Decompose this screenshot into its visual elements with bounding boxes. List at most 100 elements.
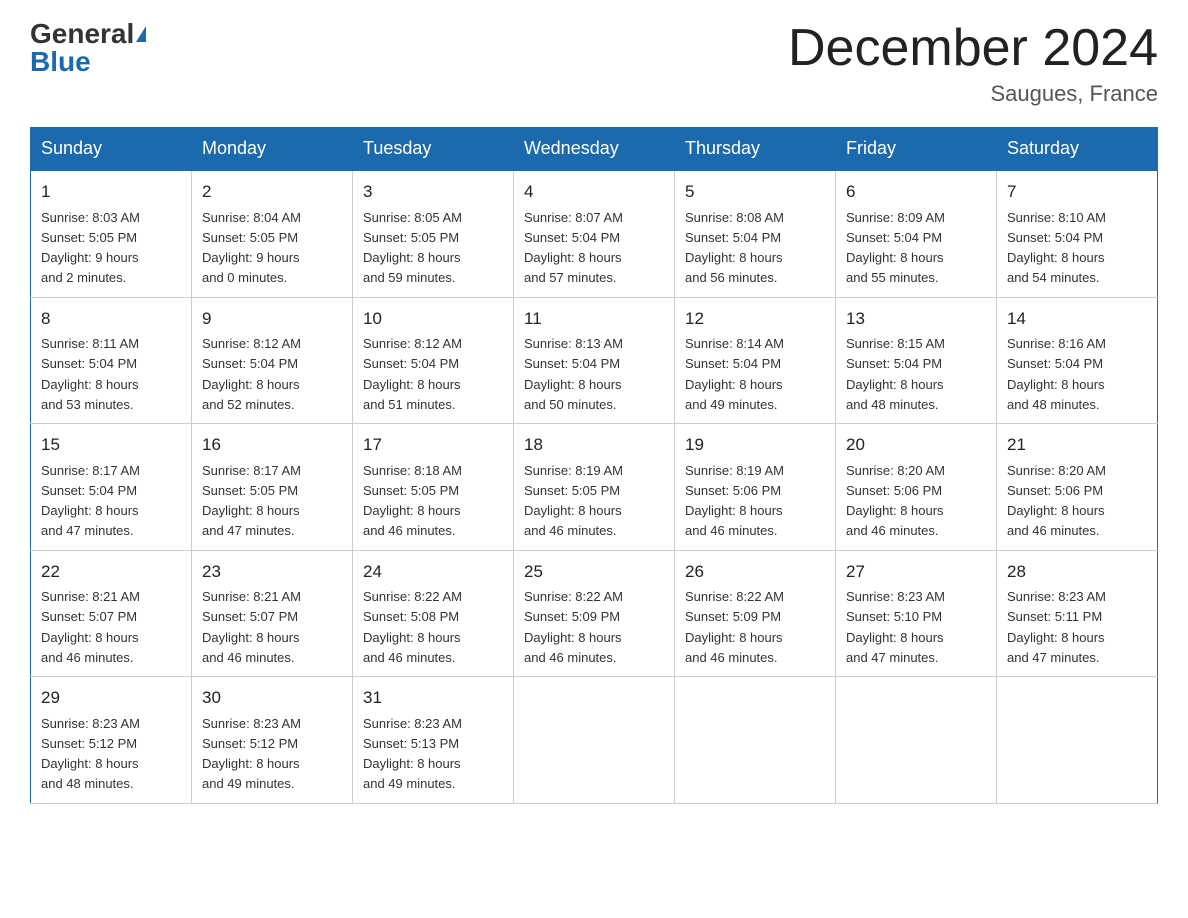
calendar-week-row: 29 Sunrise: 8:23 AMSunset: 5:12 PMDaylig… xyxy=(31,677,1158,804)
day-info: Sunrise: 8:14 AMSunset: 5:04 PMDaylight:… xyxy=(685,336,784,412)
day-number: 24 xyxy=(363,559,503,585)
logo: General Blue xyxy=(30,20,146,76)
calendar-day-cell: 9 Sunrise: 8:12 AMSunset: 5:04 PMDayligh… xyxy=(192,297,353,424)
day-info: Sunrise: 8:04 AMSunset: 5:05 PMDaylight:… xyxy=(202,210,301,286)
calendar-day-cell: 10 Sunrise: 8:12 AMSunset: 5:04 PMDaylig… xyxy=(353,297,514,424)
day-number: 8 xyxy=(41,306,181,332)
calendar-day-cell: 22 Sunrise: 8:21 AMSunset: 5:07 PMDaylig… xyxy=(31,550,192,677)
day-of-week-header: Tuesday xyxy=(353,128,514,171)
day-info: Sunrise: 8:23 AMSunset: 5:12 PMDaylight:… xyxy=(202,716,301,792)
day-number: 2 xyxy=(202,179,342,205)
calendar-day-cell: 15 Sunrise: 8:17 AMSunset: 5:04 PMDaylig… xyxy=(31,424,192,551)
day-info: Sunrise: 8:18 AMSunset: 5:05 PMDaylight:… xyxy=(363,463,462,539)
day-info: Sunrise: 8:15 AMSunset: 5:04 PMDaylight:… xyxy=(846,336,945,412)
day-number: 14 xyxy=(1007,306,1147,332)
day-number: 21 xyxy=(1007,432,1147,458)
logo-general-text: General xyxy=(30,20,134,48)
calendar-day-cell: 27 Sunrise: 8:23 AMSunset: 5:10 PMDaylig… xyxy=(836,550,997,677)
month-title: December 2024 xyxy=(788,20,1158,77)
day-number: 26 xyxy=(685,559,825,585)
calendar-day-cell: 8 Sunrise: 8:11 AMSunset: 5:04 PMDayligh… xyxy=(31,297,192,424)
day-info: Sunrise: 8:05 AMSunset: 5:05 PMDaylight:… xyxy=(363,210,462,286)
title-section: December 2024 Saugues, France xyxy=(788,20,1158,107)
day-number: 13 xyxy=(846,306,986,332)
calendar-day-cell: 28 Sunrise: 8:23 AMSunset: 5:11 PMDaylig… xyxy=(997,550,1158,677)
day-number: 11 xyxy=(524,306,664,332)
day-number: 12 xyxy=(685,306,825,332)
location-subtitle: Saugues, France xyxy=(788,81,1158,107)
day-info: Sunrise: 8:16 AMSunset: 5:04 PMDaylight:… xyxy=(1007,336,1106,412)
calendar-day-cell: 14 Sunrise: 8:16 AMSunset: 5:04 PMDaylig… xyxy=(997,297,1158,424)
day-info: Sunrise: 8:22 AMSunset: 5:09 PMDaylight:… xyxy=(685,589,784,665)
day-info: Sunrise: 8:17 AMSunset: 5:05 PMDaylight:… xyxy=(202,463,301,539)
calendar-day-cell: 25 Sunrise: 8:22 AMSunset: 5:09 PMDaylig… xyxy=(514,550,675,677)
day-info: Sunrise: 8:17 AMSunset: 5:04 PMDaylight:… xyxy=(41,463,140,539)
calendar-day-cell: 21 Sunrise: 8:20 AMSunset: 5:06 PMDaylig… xyxy=(997,424,1158,551)
calendar-day-cell: 20 Sunrise: 8:20 AMSunset: 5:06 PMDaylig… xyxy=(836,424,997,551)
day-info: Sunrise: 8:23 AMSunset: 5:13 PMDaylight:… xyxy=(363,716,462,792)
calendar-table: SundayMondayTuesdayWednesdayThursdayFrid… xyxy=(30,127,1158,804)
day-info: Sunrise: 8:23 AMSunset: 5:12 PMDaylight:… xyxy=(41,716,140,792)
day-info: Sunrise: 8:21 AMSunset: 5:07 PMDaylight:… xyxy=(202,589,301,665)
day-info: Sunrise: 8:21 AMSunset: 5:07 PMDaylight:… xyxy=(41,589,140,665)
day-number: 16 xyxy=(202,432,342,458)
day-info: Sunrise: 8:23 AMSunset: 5:11 PMDaylight:… xyxy=(1007,589,1106,665)
day-info: Sunrise: 8:20 AMSunset: 5:06 PMDaylight:… xyxy=(846,463,945,539)
day-number: 7 xyxy=(1007,179,1147,205)
day-of-week-header: Sunday xyxy=(31,128,192,171)
calendar-day-cell: 4 Sunrise: 8:07 AMSunset: 5:04 PMDayligh… xyxy=(514,170,675,297)
calendar-day-cell: 23 Sunrise: 8:21 AMSunset: 5:07 PMDaylig… xyxy=(192,550,353,677)
header-row: SundayMondayTuesdayWednesdayThursdayFrid… xyxy=(31,128,1158,171)
calendar-day-cell: 17 Sunrise: 8:18 AMSunset: 5:05 PMDaylig… xyxy=(353,424,514,551)
day-info: Sunrise: 8:07 AMSunset: 5:04 PMDaylight:… xyxy=(524,210,623,286)
day-info: Sunrise: 8:19 AMSunset: 5:06 PMDaylight:… xyxy=(685,463,784,539)
calendar-week-row: 22 Sunrise: 8:21 AMSunset: 5:07 PMDaylig… xyxy=(31,550,1158,677)
page-header: General Blue December 2024 Saugues, Fran… xyxy=(30,20,1158,107)
calendar-day-cell: 7 Sunrise: 8:10 AMSunset: 5:04 PMDayligh… xyxy=(997,170,1158,297)
day-info: Sunrise: 8:19 AMSunset: 5:05 PMDaylight:… xyxy=(524,463,623,539)
day-info: Sunrise: 8:08 AMSunset: 5:04 PMDaylight:… xyxy=(685,210,784,286)
calendar-day-cell: 29 Sunrise: 8:23 AMSunset: 5:12 PMDaylig… xyxy=(31,677,192,804)
day-of-week-header: Wednesday xyxy=(514,128,675,171)
day-of-week-header: Thursday xyxy=(675,128,836,171)
calendar-day-cell xyxy=(675,677,836,804)
calendar-day-cell: 26 Sunrise: 8:22 AMSunset: 5:09 PMDaylig… xyxy=(675,550,836,677)
day-number: 17 xyxy=(363,432,503,458)
day-number: 19 xyxy=(685,432,825,458)
day-info: Sunrise: 8:23 AMSunset: 5:10 PMDaylight:… xyxy=(846,589,945,665)
calendar-day-cell: 30 Sunrise: 8:23 AMSunset: 5:12 PMDaylig… xyxy=(192,677,353,804)
day-info: Sunrise: 8:10 AMSunset: 5:04 PMDaylight:… xyxy=(1007,210,1106,286)
calendar-day-cell: 19 Sunrise: 8:19 AMSunset: 5:06 PMDaylig… xyxy=(675,424,836,551)
day-number: 5 xyxy=(685,179,825,205)
calendar-day-cell: 18 Sunrise: 8:19 AMSunset: 5:05 PMDaylig… xyxy=(514,424,675,551)
day-number: 22 xyxy=(41,559,181,585)
day-of-week-header: Friday xyxy=(836,128,997,171)
day-info: Sunrise: 8:12 AMSunset: 5:04 PMDaylight:… xyxy=(202,336,301,412)
calendar-week-row: 1 Sunrise: 8:03 AMSunset: 5:05 PMDayligh… xyxy=(31,170,1158,297)
calendar-day-cell: 24 Sunrise: 8:22 AMSunset: 5:08 PMDaylig… xyxy=(353,550,514,677)
day-number: 28 xyxy=(1007,559,1147,585)
day-number: 31 xyxy=(363,685,503,711)
calendar-day-cell xyxy=(514,677,675,804)
calendar-week-row: 15 Sunrise: 8:17 AMSunset: 5:04 PMDaylig… xyxy=(31,424,1158,551)
day-info: Sunrise: 8:03 AMSunset: 5:05 PMDaylight:… xyxy=(41,210,140,286)
day-number: 1 xyxy=(41,179,181,205)
day-number: 25 xyxy=(524,559,664,585)
day-info: Sunrise: 8:12 AMSunset: 5:04 PMDaylight:… xyxy=(363,336,462,412)
calendar-day-cell: 6 Sunrise: 8:09 AMSunset: 5:04 PMDayligh… xyxy=(836,170,997,297)
calendar-week-row: 8 Sunrise: 8:11 AMSunset: 5:04 PMDayligh… xyxy=(31,297,1158,424)
calendar-day-cell xyxy=(997,677,1158,804)
day-number: 3 xyxy=(363,179,503,205)
day-number: 15 xyxy=(41,432,181,458)
day-number: 23 xyxy=(202,559,342,585)
day-number: 20 xyxy=(846,432,986,458)
day-number: 4 xyxy=(524,179,664,205)
day-of-week-header: Monday xyxy=(192,128,353,171)
day-number: 6 xyxy=(846,179,986,205)
logo-triangle-icon xyxy=(136,26,146,42)
logo-blue-text: Blue xyxy=(30,48,91,76)
calendar-day-cell: 16 Sunrise: 8:17 AMSunset: 5:05 PMDaylig… xyxy=(192,424,353,551)
day-number: 10 xyxy=(363,306,503,332)
calendar-day-cell: 31 Sunrise: 8:23 AMSunset: 5:13 PMDaylig… xyxy=(353,677,514,804)
calendar-day-cell: 13 Sunrise: 8:15 AMSunset: 5:04 PMDaylig… xyxy=(836,297,997,424)
